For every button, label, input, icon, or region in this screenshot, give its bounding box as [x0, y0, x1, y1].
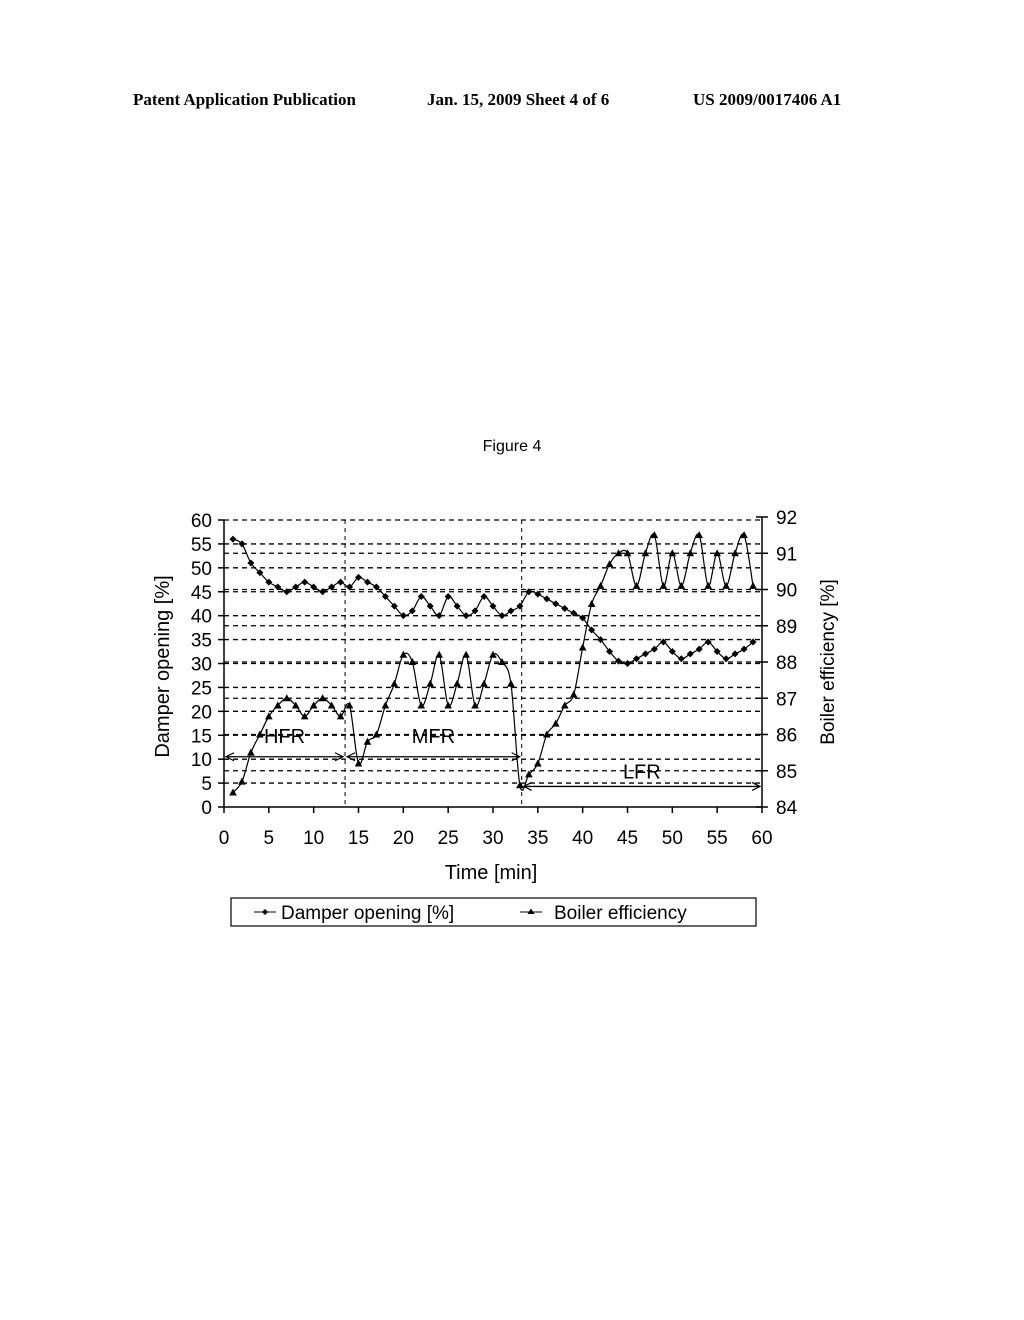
y-tick-label: 10	[191, 750, 212, 771]
x-axis-label: Time [min]	[445, 862, 538, 884]
y2-tick-label: 90	[776, 581, 797, 602]
damper-opening-point	[731, 650, 739, 658]
y-tick-label: 40	[191, 607, 212, 628]
boiler-efficiency-point	[381, 701, 390, 709]
boiler-efficiency-point	[587, 600, 596, 607]
boiler-efficiency-point	[677, 581, 686, 589]
boiler-efficiency-point	[659, 581, 668, 589]
y2-tick-label: 87	[776, 689, 797, 710]
boiler-efficiency-point	[300, 712, 309, 720]
damper-opening-point	[624, 660, 631, 667]
y-tick-label: 25	[191, 678, 212, 699]
damper-opening-point	[301, 578, 309, 586]
damper-opening-point	[552, 600, 560, 608]
boiler-efficiency-point	[534, 759, 542, 767]
x-tick-label: 20	[393, 828, 414, 849]
y-tick-label: 60	[191, 511, 212, 532]
boiler-efficiency-point	[704, 581, 712, 589]
y-tick-label: 45	[191, 583, 212, 604]
y2-axis-label: Boiler efficiency [%]	[818, 579, 839, 744]
mfr-label: MFR	[412, 726, 455, 748]
y-tick-label: 0	[201, 798, 212, 819]
damper-opening-point	[229, 535, 237, 543]
damper-opening-point	[444, 593, 452, 601]
y-tick-label: 35	[191, 631, 212, 652]
y-tick-label: 55	[191, 535, 212, 556]
x-tick-label: 30	[482, 828, 503, 849]
boiler-efficiency-point	[516, 781, 524, 789]
legend-damper-label: Damper opening [%]	[281, 903, 454, 924]
damper-opening-line	[232, 538, 754, 665]
x-tick-label: 45	[617, 828, 638, 849]
damper-opening-point	[561, 604, 569, 612]
chart: 0510152025303540455055608485868788899091…	[152, 508, 839, 927]
boiler-efficiency-point	[238, 777, 246, 785]
boiler-efficiency-point	[453, 679, 461, 687]
x-tick-label: 35	[527, 828, 548, 849]
boiler-efficiency-point	[462, 650, 470, 658]
y-tick-label: 5	[201, 774, 212, 795]
y2-tick-label: 92	[776, 508, 797, 529]
y-tick-label: 20	[191, 702, 212, 723]
y-tick-label: 50	[191, 559, 212, 580]
boiler-efficiency-point	[247, 748, 255, 756]
boiler-efficiency-point	[605, 560, 614, 568]
axes: 0510152025303540455055608485868788899091…	[191, 508, 798, 849]
damper-opening-point	[722, 655, 730, 663]
x-tick-label: 60	[751, 828, 772, 849]
boiler-efficiency-point	[480, 679, 488, 687]
legend: Damper opening [%] Boiler efficiency	[230, 897, 757, 927]
boiler-efficiency-point	[569, 690, 578, 698]
y2-tick-label: 89	[776, 617, 797, 638]
damper-opening-point	[632, 655, 640, 663]
boiler-efficiency-point	[551, 719, 560, 727]
boiler-efficiency-point	[578, 643, 587, 651]
x-tick-label: 25	[438, 828, 459, 849]
boiler-efficiency-point	[390, 679, 399, 687]
y-axis-label: Damper opening [%]	[152, 575, 174, 757]
damper-opening-point	[686, 650, 694, 658]
boiler-efficiency-point	[749, 581, 757, 589]
x-tick-label: 55	[707, 828, 728, 849]
x-tick-label: 40	[572, 828, 593, 849]
x-tick-label: 10	[303, 828, 324, 849]
boiler-efficiency-point	[435, 650, 443, 658]
y2-tick-label: 88	[776, 653, 797, 674]
y2-tick-label: 84	[776, 798, 798, 819]
damper-opening-point	[435, 612, 443, 620]
y-tick-label: 30	[191, 655, 212, 676]
damper-opening-point	[641, 650, 649, 658]
y2-tick-label: 85	[776, 762, 797, 783]
boiler-efficiency-point	[632, 581, 641, 589]
damper-opening-point	[543, 595, 551, 603]
boiler-efficiency-point	[722, 581, 730, 589]
legend-boiler-label: Boiler efficiency	[554, 903, 687, 924]
x-tick-label: 50	[662, 828, 683, 849]
damper-opening-point	[337, 578, 345, 586]
damper-opening-point	[677, 655, 685, 663]
x-tick-label: 0	[219, 828, 230, 849]
boiler-efficiency-point	[507, 679, 515, 687]
x-tick-label: 5	[264, 828, 275, 849]
y-tick-label: 15	[191, 726, 212, 747]
boiler-efficiency-point	[399, 650, 408, 658]
boiler-efficiency-point	[426, 679, 435, 687]
boiler-efficiency-point	[596, 581, 605, 589]
y2-tick-label: 86	[776, 726, 797, 747]
y2-tick-label: 91	[776, 544, 797, 565]
x-tick-label: 15	[348, 828, 369, 849]
hfr-label: HFR	[264, 726, 305, 748]
lfr-label: LFR	[623, 761, 661, 783]
